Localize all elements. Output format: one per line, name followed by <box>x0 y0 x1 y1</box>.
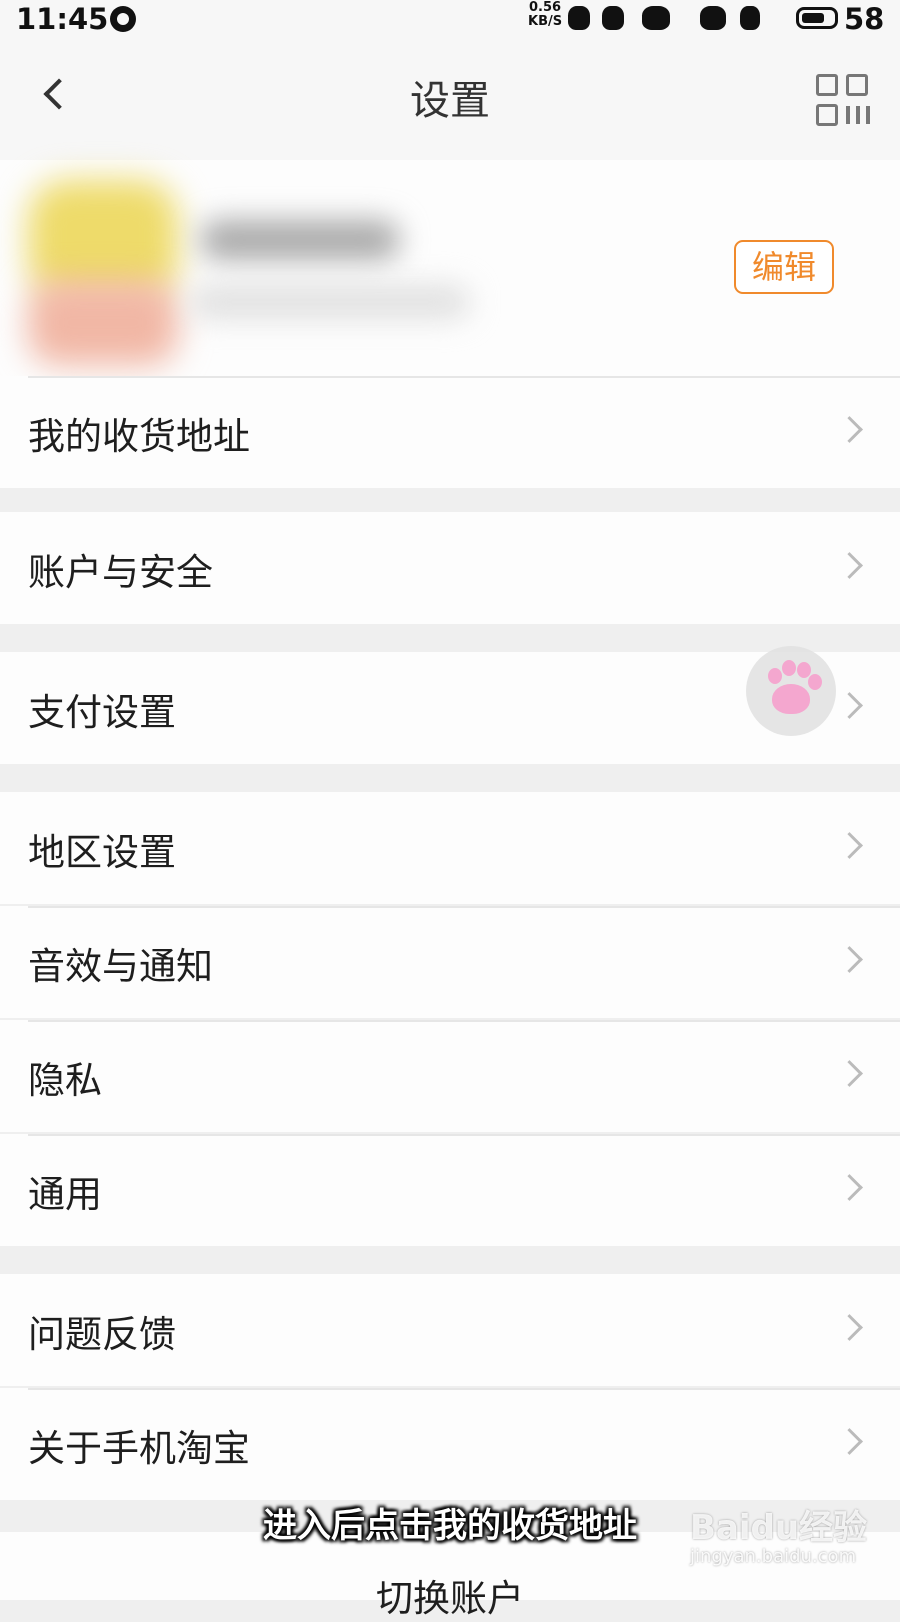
menu-item-label: 地区设置 <box>28 831 176 874</box>
menu-item-general[interactable]: 通用 <box>0 1134 900 1246</box>
network-speed-value: 0.56 <box>529 0 562 15</box>
floating-assistant-button[interactable] <box>746 646 836 736</box>
divider <box>28 1388 900 1390</box>
chevron-right-icon <box>836 946 863 973</box>
network-speed: 0.56 KB/S <box>528 1 562 29</box>
edit-profile-button[interactable]: 编辑 <box>734 240 834 294</box>
app-notification-icon <box>568 6 590 30</box>
menu-item-region[interactable]: 地区设置 <box>0 792 900 904</box>
menu-item-label: 隐私 <box>28 1059 102 1102</box>
network-speed-unit: KB/S <box>528 14 563 29</box>
divider <box>28 906 900 908</box>
avatar-blurred <box>28 280 178 365</box>
username-blurred <box>200 220 400 260</box>
app-notification-icon <box>642 6 670 30</box>
user-info-blurred <box>190 285 470 319</box>
menu-item-about[interactable]: 关于手机淘宝 <box>0 1388 900 1500</box>
menu-item-label: 支付设置 <box>28 691 176 734</box>
battery-level: 58 <box>844 2 885 36</box>
app-notification-icon <box>602 6 624 30</box>
chevron-right-icon <box>836 832 863 859</box>
status-time: 11:45 <box>16 2 109 36</box>
watermark-logo: Baidu经验 <box>690 1508 868 1548</box>
chevron-right-icon <box>836 416 863 443</box>
chevron-right-icon <box>836 1174 863 1201</box>
chevron-right-icon <box>836 1428 863 1455</box>
menu-item-account-security[interactable]: 账户与安全 <box>0 512 900 624</box>
status-bar: 11:45 0.56 KB/S 58 <box>0 0 900 38</box>
nav-bar: 设置 <box>0 38 900 160</box>
watermark-url: jingyan.baidu.com <box>690 1546 857 1567</box>
menu-item-address[interactable]: 我的收货地址 <box>0 376 900 488</box>
menu-item-label: 通用 <box>28 1173 102 1216</box>
qr-code-button[interactable] <box>816 74 870 128</box>
menu-item-label: 问题反馈 <box>28 1313 176 1356</box>
profile-card[interactable]: 编辑 <box>0 160 900 376</box>
menu-item-sound-notify[interactable]: 音效与通知 <box>0 906 900 1018</box>
menu-item-feedback[interactable]: 问题反馈 <box>0 1274 900 1386</box>
page-title: 设置 <box>410 78 490 124</box>
divider <box>28 376 900 378</box>
menu-item-label: 关于手机淘宝 <box>28 1427 250 1470</box>
divider <box>28 1134 900 1136</box>
app-notification-icon <box>740 6 760 30</box>
menu-item-privacy[interactable]: 隐私 <box>0 1020 900 1132</box>
menu-item-label: 我的收货地址 <box>28 415 250 458</box>
chevron-right-icon <box>836 1314 863 1341</box>
chevron-right-icon <box>836 552 863 579</box>
chevron-right-icon <box>836 1060 863 1087</box>
chevron-right-icon <box>836 692 863 719</box>
switch-account-button[interactable]: 切换账户 <box>0 1568 900 1622</box>
signal-icon <box>700 6 726 30</box>
divider <box>28 1020 900 1022</box>
menu-item-label: 账户与安全 <box>28 551 213 594</box>
battery-icon <box>796 7 838 29</box>
menu-item-label: 音效与通知 <box>28 945 213 988</box>
notification-icon <box>110 6 136 32</box>
